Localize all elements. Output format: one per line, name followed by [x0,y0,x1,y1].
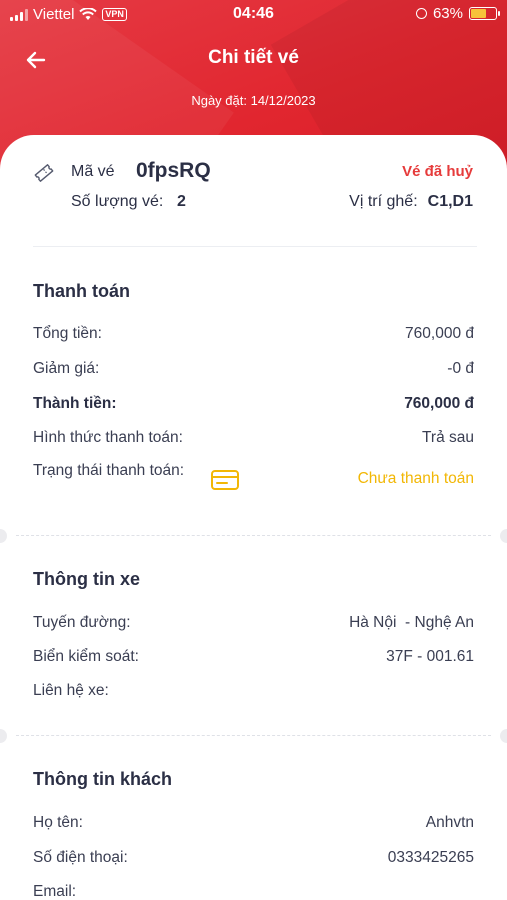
ticket-quantity-seat-row: Số lượng vé: 2 Vị trí ghế: C1,D1 [71,193,473,213]
seat-info: Vị trí ghế: C1,D1 [349,193,473,211]
divider [33,246,477,247]
license-plate-value: 37F - 001.61 [386,648,474,665]
ticket-code-label: Mã vé [71,163,115,180]
page-title: Chi tiết vé [208,47,299,68]
quantity-label: Số lượng vé: [71,193,164,210]
vehicle-contact-label: Liên hệ xe: [33,682,109,699]
final-amount-label: Thành tiền: [33,395,117,412]
seat-label: Vị trí ghế: [349,193,418,210]
payment-method-value: Trả sau [422,429,474,446]
separator-notch [500,729,507,743]
payment-section-title: Thanh toán [33,281,130,301]
discount-value: -0 đ [447,360,474,377]
seat-value: C1,D1 [427,193,473,210]
ticket-status-badge: Vé đã huỷ [402,163,473,180]
dashed-separator [0,729,507,743]
status-bar: Viettel VPN 04:46 63% [0,0,507,28]
payment-status-value: Chưa thanh toán [357,470,474,487]
total-value: 760,000 đ [405,325,474,342]
separator-line [16,535,491,536]
final-amount-value: 760,000 đ [404,395,474,412]
vehicle-section-title: Thông tin xe [33,569,140,589]
license-plate-label: Biển kiểm soát: [33,648,139,665]
quantity-value: 2 [177,193,186,210]
booking-date: Ngày đặt: 14/12/2023 [191,93,316,108]
ticket-icon [34,164,54,182]
separator-notch [0,529,7,543]
payment-method-label: Hình thức thanh toán: [33,429,183,446]
customer-name-value: Anhvtn [425,814,474,831]
ticket-summary: Mã vé 0fpsRQ Vé đã huỷ [33,159,473,186]
customer-name-label: Họ tên: [33,814,83,831]
credit-card-icon [211,470,239,490]
separator-notch [0,729,7,743]
dashed-separator [0,529,507,543]
status-bar-right: 63% [415,5,500,22]
separator-notch [500,529,507,543]
route-label: Tuyến đường: [33,614,131,631]
customer-phone-label: Số điện thoại: [33,849,128,866]
battery-percent: 63% [432,5,463,22]
battery-level [471,9,487,18]
total-label: Tổng tiền: [33,325,102,342]
payment-status-label: Trạng thái thanh toán: [33,462,185,479]
route-value: Hà Nội - Nghệ An [349,614,474,631]
discount-label: Giảm giá: [33,360,100,377]
customer-email-label: Email: [33,883,77,900]
battery-icon [469,7,500,20]
customer-phone-value: 0333425265 [387,849,474,866]
customer-section-title: Thông tin khách [33,769,172,789]
ticket-code: 0fpsRQ [136,159,211,182]
orientation-lock-icon [415,8,427,19]
separator-line [16,735,491,736]
